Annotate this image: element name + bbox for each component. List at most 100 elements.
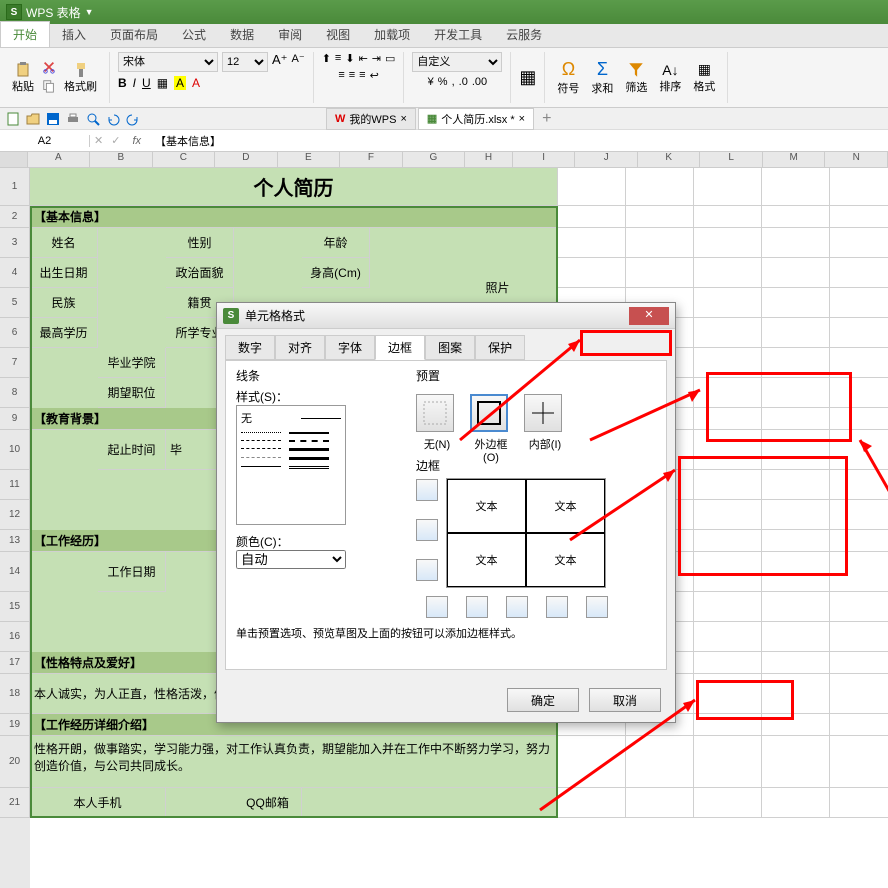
row-header[interactable]: 3 bbox=[0, 228, 30, 258]
dropdown-icon[interactable]: ▼ bbox=[85, 7, 94, 17]
preset-outer-button[interactable]: 外边框(O) bbox=[470, 394, 512, 464]
cell[interactable]: 【基本信息】 bbox=[30, 206, 558, 228]
redo-icon[interactable] bbox=[126, 112, 140, 126]
cell[interactable]: 工作日期 bbox=[98, 552, 166, 592]
tab-view[interactable]: 视图 bbox=[314, 22, 362, 47]
close-tab-icon[interactable]: × bbox=[400, 113, 406, 125]
comma-icon[interactable]: , bbox=[452, 76, 455, 88]
line-color-select[interactable]: 自动 bbox=[236, 550, 346, 569]
align-bottom-icon[interactable]: ⬇ bbox=[345, 52, 354, 65]
name-box[interactable]: A2 bbox=[0, 135, 90, 147]
col-header[interactable]: L bbox=[700, 152, 763, 168]
wrap-text-icon[interactable]: ↩ bbox=[370, 69, 379, 82]
dtab-protect[interactable]: 保护 bbox=[475, 335, 525, 360]
decrease-font-icon[interactable]: A⁻ bbox=[292, 52, 305, 72]
align-middle-icon[interactable]: ≡ bbox=[335, 52, 341, 65]
new-tab-button[interactable]: + bbox=[536, 110, 557, 128]
doc-tab-mywps[interactable]: W 我的WPS × bbox=[326, 108, 416, 130]
merge-button[interactable]: ▭ bbox=[385, 52, 395, 65]
tab-dev[interactable]: 开发工具 bbox=[422, 22, 494, 47]
increase-font-icon[interactable]: A⁺ bbox=[272, 52, 288, 72]
align-left-icon[interactable]: ≡ bbox=[338, 69, 344, 82]
cut-button[interactable] bbox=[42, 60, 56, 77]
preset-none-button[interactable]: 无(N) bbox=[416, 394, 458, 464]
indent-decrease-icon[interactable]: ⇤ bbox=[359, 52, 368, 65]
border-right-button[interactable] bbox=[546, 596, 568, 618]
row-header[interactable]: 6 bbox=[0, 318, 30, 348]
border-hmid-button[interactable] bbox=[416, 519, 438, 541]
styles-icon[interactable]: ▦ bbox=[519, 67, 536, 88]
row-header[interactable]: 13 bbox=[0, 530, 30, 552]
border-left-button[interactable] bbox=[466, 596, 488, 618]
percent-icon[interactable]: % bbox=[438, 76, 448, 88]
cell[interactable]: 年龄 bbox=[302, 228, 370, 258]
currency-icon[interactable]: ¥ bbox=[428, 76, 434, 88]
tab-start[interactable]: 开始 bbox=[0, 21, 50, 47]
row-header[interactable]: 17 bbox=[0, 652, 30, 674]
row-header[interactable]: 9 bbox=[0, 408, 30, 430]
dtab-font[interactable]: 字体 bbox=[325, 335, 375, 360]
cell[interactable]: 政治面貌 bbox=[166, 258, 234, 288]
cell[interactable]: 出生日期 bbox=[30, 258, 98, 288]
cell[interactable]: 期望职位 bbox=[98, 378, 166, 408]
italic-button[interactable]: I bbox=[133, 76, 136, 90]
col-header[interactable]: E bbox=[278, 152, 341, 168]
border-button[interactable]: ▦ bbox=[157, 76, 168, 90]
tab-insert[interactable]: 插入 bbox=[50, 22, 98, 47]
cell[interactable]: 个人简历 bbox=[30, 168, 558, 206]
col-header[interactable]: I bbox=[513, 152, 576, 168]
col-header[interactable]: G bbox=[403, 152, 466, 168]
row-header[interactable]: 16 bbox=[0, 622, 30, 652]
underline-button[interactable]: U bbox=[142, 76, 151, 90]
row-header[interactable]: 14 bbox=[0, 552, 30, 592]
format-button[interactable]: ▦格式 bbox=[689, 59, 719, 96]
print-icon[interactable] bbox=[66, 112, 80, 126]
tab-review[interactable]: 审阅 bbox=[266, 22, 314, 47]
row-header[interactable]: 18 bbox=[0, 674, 30, 714]
cell[interactable]: QQ邮箱 bbox=[234, 788, 302, 818]
cell[interactable]: 起止时间 bbox=[98, 430, 166, 470]
col-header[interactable]: N bbox=[825, 152, 888, 168]
copy-button[interactable] bbox=[42, 79, 56, 96]
bold-button[interactable]: B bbox=[118, 76, 127, 90]
sort-button[interactable]: A↓排序 bbox=[655, 60, 685, 96]
row-header[interactable]: 4 bbox=[0, 258, 30, 288]
new-icon[interactable] bbox=[6, 112, 20, 126]
row-header[interactable]: 8 bbox=[0, 378, 30, 408]
dtab-pattern[interactable]: 图案 bbox=[425, 335, 475, 360]
font-name-select[interactable]: 宋体 bbox=[118, 52, 218, 72]
row-header[interactable]: 7 bbox=[0, 348, 30, 378]
tab-cloud[interactable]: 云服务 bbox=[494, 22, 554, 47]
cell[interactable]: 性格开朗，做事踏实，学习能力强，对工作认真负责，期望能加入并在工作中不断努力学习… bbox=[30, 736, 558, 788]
fill-color-button[interactable]: A bbox=[174, 76, 186, 90]
indent-increase-icon[interactable]: ⇥ bbox=[372, 52, 381, 65]
format-painter-button[interactable]: 格式刷 bbox=[60, 60, 101, 96]
dtab-align[interactable]: 对齐 bbox=[275, 335, 325, 360]
cell[interactable]: 身高(Cm) bbox=[302, 258, 370, 288]
undo-icon[interactable] bbox=[106, 112, 120, 126]
tab-layout[interactable]: 页面布局 bbox=[98, 22, 170, 47]
col-header[interactable]: H bbox=[465, 152, 513, 168]
row-header[interactable]: 20 bbox=[0, 736, 30, 788]
ok-button[interactable]: 确定 bbox=[507, 688, 579, 712]
border-top-button[interactable] bbox=[416, 479, 438, 501]
sum-button[interactable]: Σ求和 bbox=[587, 57, 617, 98]
font-size-select[interactable]: 12 bbox=[222, 52, 268, 72]
col-header[interactable]: K bbox=[638, 152, 701, 168]
align-center-icon[interactable]: ≡ bbox=[349, 69, 355, 82]
preset-inner-button[interactable]: 内部(I) bbox=[524, 394, 566, 464]
border-diag2-button[interactable] bbox=[586, 596, 608, 618]
line-style-list[interactable]: 无 bbox=[236, 405, 346, 525]
preview-icon[interactable] bbox=[86, 112, 100, 126]
col-header[interactable]: J bbox=[575, 152, 638, 168]
row-header[interactable]: 10 bbox=[0, 430, 30, 470]
row-header[interactable]: 12 bbox=[0, 500, 30, 530]
tab-formula[interactable]: 公式 bbox=[170, 22, 218, 47]
dtab-number[interactable]: 数字 bbox=[225, 335, 275, 360]
align-top-icon[interactable]: ⬆ bbox=[322, 52, 331, 65]
paste-button[interactable]: 粘贴 bbox=[8, 60, 38, 96]
row-header[interactable]: 5 bbox=[0, 288, 30, 318]
open-icon[interactable] bbox=[26, 112, 40, 126]
cell[interactable]: 毕业学院 bbox=[98, 348, 166, 378]
row-header[interactable]: 19 bbox=[0, 714, 30, 736]
